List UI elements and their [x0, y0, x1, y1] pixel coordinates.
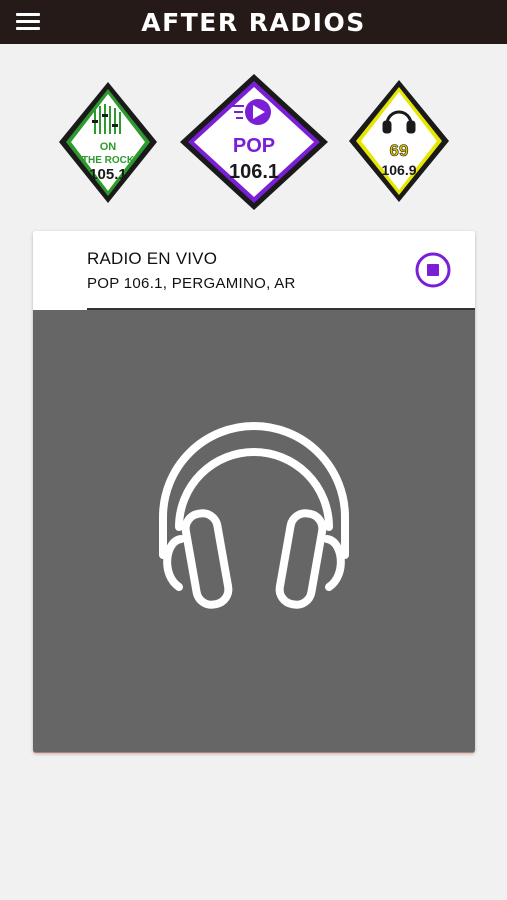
player-subtitle: POP 106.1, PERGAMINO, AR: [87, 275, 296, 292]
station-on-the-rock[interactable]: ON THE ROCK 105.1: [57, 80, 159, 205]
station-name: 69: [390, 141, 409, 160]
menu-icon[interactable]: [16, 13, 40, 31]
app-title: AFTER RADIOS: [141, 7, 366, 37]
album-artwork: [33, 310, 475, 753]
player-card: RADIO EN VIVO POP 106.1, PERGAMINO, AR: [33, 231, 475, 753]
headphones-icon: [155, 405, 353, 616]
station-69[interactable]: 69 106.9: [347, 78, 451, 204]
stop-button[interactable]: [415, 252, 451, 288]
app-bar: AFTER RADIOS: [0, 0, 507, 44]
station-frequency: 106.1: [229, 161, 279, 183]
station-logo-69: 69 106.9: [349, 80, 449, 202]
station-logo-on-the-rock: ON THE ROCK 105.1: [59, 82, 157, 203]
station-list: ON THE ROCK 105.1 POP 106.1 69 106.9: [0, 70, 507, 215]
station-line: THE ROCK: [82, 155, 135, 166]
station-logo-pop: POP 106.1: [180, 74, 328, 210]
card-divider: [33, 752, 475, 753]
station-pop[interactable]: POP 106.1: [178, 72, 330, 212]
stop-icon: [415, 252, 451, 288]
player-header: RADIO EN VIVO POP 106.1, PERGAMINO, AR: [33, 231, 475, 310]
station-frequency: 106.9: [381, 162, 416, 178]
station-line: ON: [100, 141, 117, 153]
station-frequency: 105.1: [89, 166, 127, 183]
player-title: RADIO EN VIVO: [87, 249, 218, 268]
station-name: POP: [233, 135, 275, 157]
